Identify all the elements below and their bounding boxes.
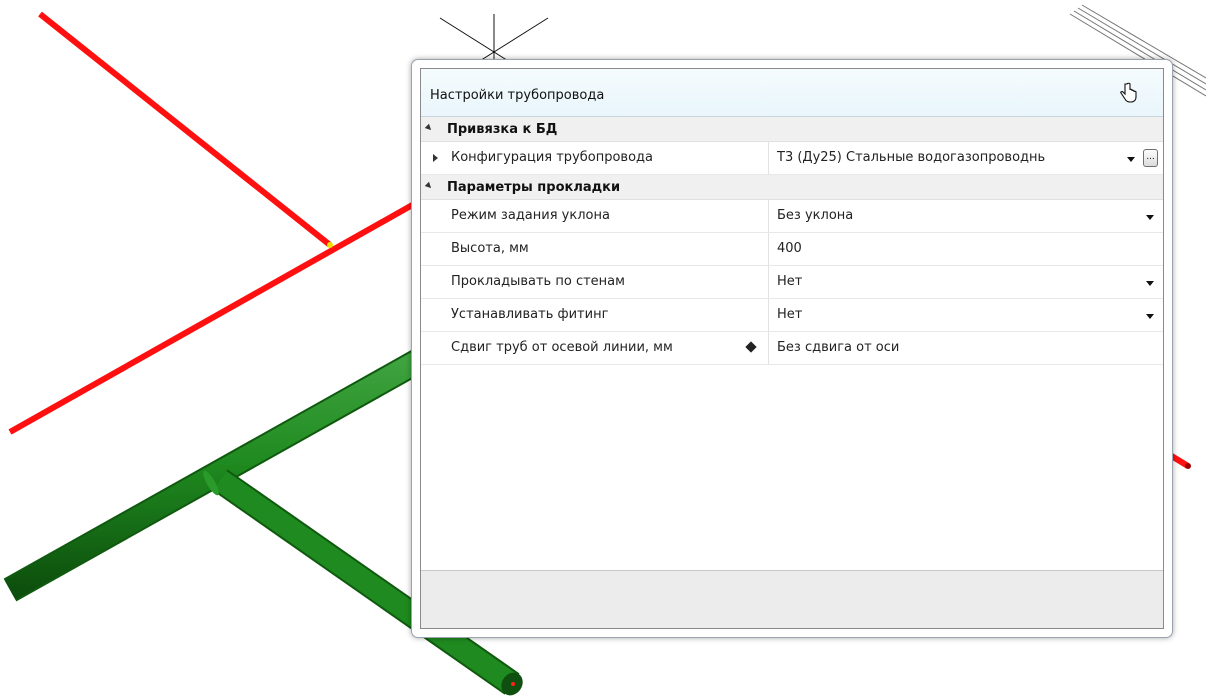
column-divider [768,142,769,174]
description-area [421,570,1163,628]
property-value-select[interactable]: Нет [777,274,802,289]
property-value-input[interactable]: 400 [777,241,802,256]
property-row-slope-mode[interactable]: Режим задания уклона Без уклона [421,200,1163,233]
property-value-input[interactable]: Без сдвига от оси [777,340,899,355]
panel-header[interactable]: Настройки трубопровода [421,69,1163,117]
property-value-select[interactable]: Т3 (Ду25) Стальные водогазопроводнь [777,150,1045,165]
property-name: Сдвиг труб от осевой линии, мм [451,340,673,355]
group-header-laying-params[interactable]: Параметры прокладки [421,175,1163,200]
group-header-db-binding[interactable]: Привязка к БД [421,117,1163,142]
column-divider [768,200,769,232]
group-title: Привязка к БД [447,122,558,137]
dropdown-arrow-icon[interactable] [1127,157,1135,162]
red-pipe-end-cap [1185,463,1191,469]
expand-arrow-icon[interactable] [433,154,438,162]
property-name: Устанавливать фитинг [451,307,609,322]
column-divider [768,233,769,265]
property-name: Конфигурация трубопровода [451,150,654,165]
dropdown-arrow-icon[interactable] [1146,314,1154,319]
column-divider [768,332,769,364]
panel-body: Настройки трубопровода Привязка к БД Кон… [420,68,1164,629]
property-name: Прокладывать по стенам [451,274,625,289]
diamond-icon[interactable] [745,341,757,353]
property-row-install-fitting[interactable]: Устанавливать фитинг Нет [421,299,1163,332]
pipe-node-marker [327,242,333,248]
property-row-axis-offset[interactable]: Сдвиг труб от осевой линии, мм Без сдвиг… [421,332,1163,365]
column-divider [768,299,769,331]
dropdown-arrow-icon[interactable] [1146,281,1154,286]
collapse-triangle-icon[interactable] [424,123,434,133]
pipeline-settings-panel: Настройки трубопровода Привязка к БД Кон… [411,59,1173,638]
property-name: Режим задания уклона [451,208,610,223]
hand-pointer-icon[interactable] [1118,82,1138,104]
property-grid: Привязка к БД Конфигурация трубопровода … [421,117,1163,365]
browse-button[interactable]: ... [1143,149,1158,167]
property-row-height[interactable]: Высота, мм 400 [421,233,1163,266]
property-name: Высота, мм [451,241,529,256]
property-row-pipeline-config[interactable]: Конфигурация трубопровода Т3 (Ду25) Стал… [421,142,1163,175]
column-divider [768,266,769,298]
panel-title: Настройки трубопровода [430,88,605,103]
collapse-triangle-icon[interactable] [424,181,434,191]
red-pipe [8,11,432,435]
dropdown-arrow-icon[interactable] [1146,215,1154,220]
property-value-select[interactable]: Без уклона [777,208,853,223]
property-row-lay-along-walls[interactable]: Прокладывать по стенам Нет [421,266,1163,299]
property-value-select[interactable]: Нет [777,307,802,322]
group-title: Параметры прокладки [447,180,621,195]
